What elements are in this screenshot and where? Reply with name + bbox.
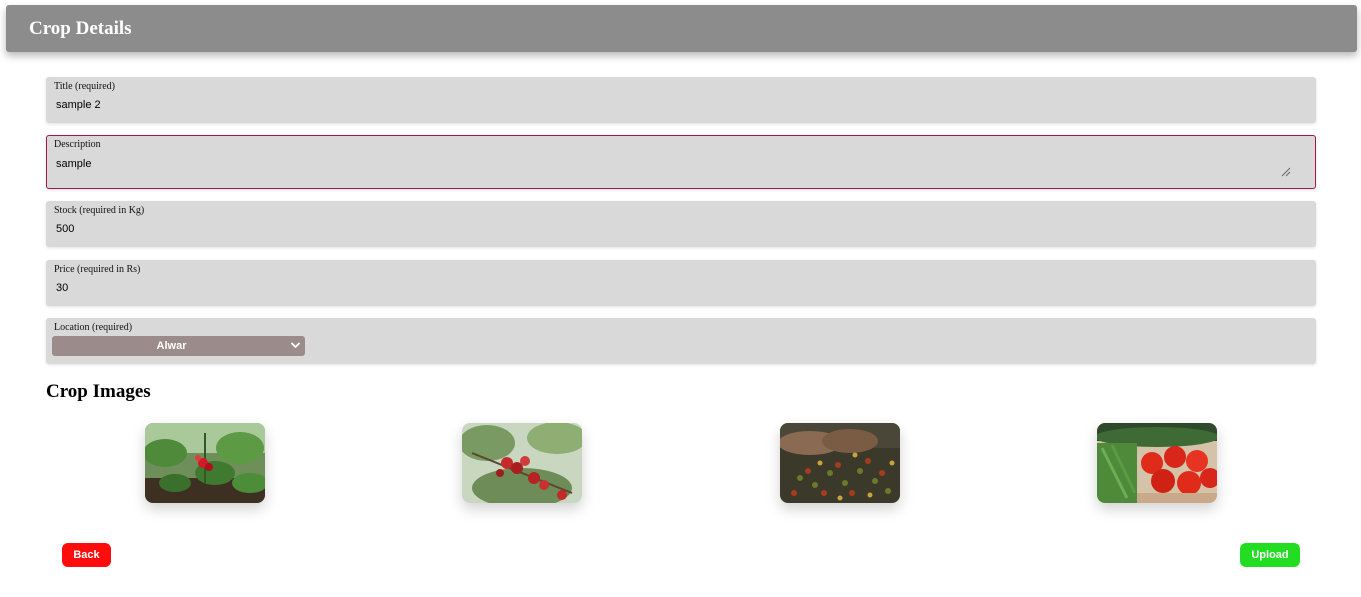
red-berries-tree-image <box>462 423 582 503</box>
upload-button[interactable]: Upload <box>1240 543 1300 567</box>
chevron-down-icon <box>291 342 300 348</box>
title-input[interactable]: sample 2 <box>56 99 101 111</box>
description-textarea[interactable]: sample <box>56 158 91 170</box>
title-label: Title (required) <box>54 81 116 92</box>
coffee-beans-hands-image <box>780 423 900 503</box>
stock-field[interactable]: Stock (required in Kg) 500 <box>46 201 1316 247</box>
location-select[interactable]: Alwar <box>52 336 305 356</box>
title-field[interactable]: Title (required) sample 2 <box>46 77 1316 123</box>
location-label: Location (required) <box>54 322 133 333</box>
location-selected-value: Alwar <box>156 340 187 352</box>
page-header: Crop Details <box>6 5 1357 52</box>
back-button[interactable]: Back <box>62 543 111 567</box>
stock-input[interactable]: 500 <box>56 223 74 235</box>
crop-images-title: Crop Images <box>46 381 151 402</box>
tomatoes-vegetables-image <box>1097 423 1217 503</box>
description-field[interactable]: Description sample <box>46 135 1316 189</box>
location-field: Location (required) Alwar <box>46 318 1316 364</box>
stock-label: Stock (required in Kg) <box>54 205 145 216</box>
price-input[interactable]: 30 <box>56 282 68 294</box>
strawberry-plant-image <box>145 423 265 503</box>
description-label: Description <box>54 139 101 150</box>
price-field[interactable]: Price (required in Rs) 30 <box>46 260 1316 306</box>
price-label: Price (required in Rs) <box>54 264 141 275</box>
resize-grip-icon[interactable] <box>1281 167 1291 177</box>
page-title: Crop Details <box>29 18 132 39</box>
